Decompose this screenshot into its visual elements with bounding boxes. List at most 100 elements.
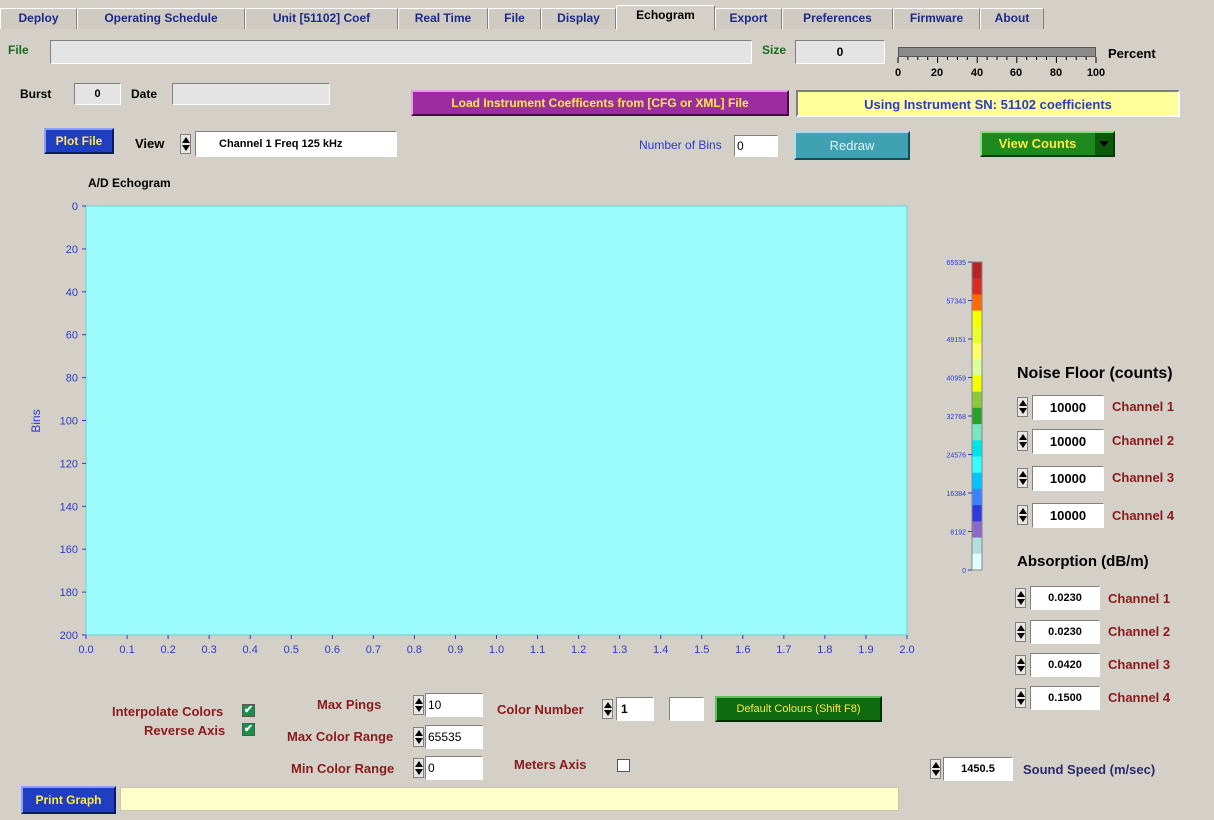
tab-echogram[interactable]: Echogram: [616, 5, 715, 30]
noise-ch4-label: Channel 4: [1112, 508, 1175, 523]
y-tick-label: 120: [60, 458, 78, 470]
view-field[interactable]: Channel 1 Freq 125 kHz: [195, 131, 397, 157]
noise-ch4-field[interactable]: 10000: [1032, 503, 1104, 528]
file-path-field[interactable]: [50, 40, 752, 64]
meters-axis-label: Meters Axis: [514, 757, 587, 772]
tab-export[interactable]: Export: [715, 8, 782, 29]
absorption-ch2-spinner[interactable]: [1015, 622, 1026, 642]
noise-ch2-spinner[interactable]: [1017, 431, 1028, 451]
max-pings-field[interactable]: 10: [425, 693, 483, 717]
tab-operating-schedule[interactable]: Operating Schedule: [77, 8, 245, 29]
tab-about[interactable]: About: [980, 8, 1044, 29]
absorption-ch3-label: Channel 3: [1108, 657, 1171, 672]
max-color-range-spinner[interactable]: [413, 727, 424, 747]
x-tick-label: 0.4: [243, 644, 258, 656]
noise-ch1-spinner[interactable]: [1017, 397, 1028, 417]
absorption-ch4-field[interactable]: 0.1500: [1030, 686, 1100, 710]
min-color-range-label: Min Color Range: [291, 761, 395, 776]
tab-real-time[interactable]: Real Time: [398, 8, 488, 29]
default-colours-button[interactable]: Default Colours (Shift F8): [715, 696, 882, 722]
view-counts-button[interactable]: View Counts: [980, 131, 1115, 157]
color-scale-label: 0: [962, 568, 966, 575]
tab-display[interactable]: Display: [541, 8, 616, 29]
chevron-down-icon[interactable]: [1095, 133, 1113, 155]
absorption-ch2-field[interactable]: 0.0230: [1030, 620, 1100, 644]
color-scale-label: 32768: [947, 414, 967, 421]
absorption-title: Absorption (dB/m): [1017, 553, 1149, 570]
noise-ch1-field[interactable]: 10000: [1032, 395, 1104, 420]
noise-ch2-field[interactable]: 10000: [1032, 429, 1104, 454]
x-tick-label: 1.5: [694, 644, 709, 656]
echogram-plot-area: [85, 205, 908, 636]
color-number-spinner[interactable]: [602, 699, 613, 719]
x-tick-label: 1.4: [653, 644, 668, 656]
color-scale-band: [972, 359, 982, 376]
y-tick-label: 60: [66, 330, 78, 342]
absorption-ch1-spinner[interactable]: [1015, 588, 1026, 608]
percent-tick: 0: [895, 67, 901, 78]
max-color-range-field[interactable]: 65535: [425, 725, 483, 749]
absorption-ch3-field[interactable]: 0.0420: [1030, 653, 1100, 677]
noise-floor-title: Noise Floor (counts): [1017, 365, 1173, 382]
interpolate-colors-checkbox[interactable]: ✔: [242, 704, 255, 717]
noise-ch4-spinner[interactable]: [1017, 505, 1028, 525]
sound-speed-field[interactable]: 1450.5: [943, 757, 1013, 781]
color-scale-band: [972, 278, 982, 295]
color-scale-label: 57343: [947, 299, 967, 306]
sound-speed-spinner[interactable]: [930, 759, 941, 779]
color-scale-band: [972, 407, 982, 425]
noise-ch3-spinner[interactable]: [1017, 468, 1028, 488]
x-tick-label: 1.2: [571, 644, 586, 656]
tab-bar: Deploy Operating Schedule Unit [51102] C…: [0, 0, 1214, 30]
color-scale-label: 16384: [947, 491, 967, 498]
y-tick-label: 180: [60, 587, 78, 599]
status-bar: [120, 787, 899, 811]
min-color-range-spinner[interactable]: [413, 758, 424, 778]
print-graph-button[interactable]: Print Graph: [21, 786, 116, 814]
x-tick-label: 0.2: [160, 644, 175, 656]
min-color-range-field[interactable]: 0: [425, 756, 483, 780]
load-coefficients-button[interactable]: Load Instrument Coefficents from [CFG or…: [411, 90, 789, 116]
x-tick-label: 1.1: [530, 644, 545, 656]
x-tick-label: 0.6: [325, 644, 340, 656]
date-label: Date: [131, 87, 158, 101]
tab-firmware[interactable]: Firmware: [893, 8, 980, 29]
absorption-ch3-spinner[interactable]: [1015, 655, 1026, 675]
noise-ch3-field[interactable]: 10000: [1032, 466, 1104, 491]
percent-tick: 60: [1010, 67, 1022, 78]
max-pings-spinner[interactable]: [413, 695, 424, 715]
view-spinner[interactable]: [180, 134, 191, 154]
percent-scale: 0 20 40 60 80 100: [895, 57, 1105, 78]
percent-tick: 20: [931, 67, 943, 78]
color-scale-band: [972, 521, 982, 539]
y-tick-label: 20: [66, 244, 78, 256]
tab-deploy[interactable]: Deploy: [0, 8, 77, 29]
noise-ch1-label: Channel 1: [1112, 399, 1175, 414]
interpolate-colors-label: Interpolate Colors: [112, 704, 224, 719]
absorption-ch1-field[interactable]: 0.0230: [1030, 586, 1100, 610]
color-scale-band: [972, 294, 982, 312]
color-swatch[interactable]: [669, 697, 704, 721]
tab-file[interactable]: File: [488, 8, 541, 29]
color-scale-band: [972, 375, 982, 393]
absorption-ch4-spinner[interactable]: [1015, 688, 1026, 708]
percent-tick: 100: [1087, 67, 1105, 78]
reverse-axis-checkbox[interactable]: ✔: [242, 723, 255, 736]
tab-unit-coef[interactable]: Unit [51102] Coef: [245, 8, 398, 29]
burst-label: Burst: [20, 87, 52, 101]
redraw-button[interactable]: Redraw: [794, 131, 910, 160]
x-tick-label: 0.8: [407, 644, 422, 656]
tab-preferences[interactable]: Preferences: [782, 8, 893, 29]
y-tick-label: 140: [60, 501, 78, 513]
file-label: File: [8, 43, 29, 57]
view-label: View: [135, 136, 165, 151]
meters-axis-checkbox[interactable]: [617, 759, 630, 772]
color-number-field[interactable]: 1: [616, 697, 654, 721]
percent-tick: 80: [1050, 67, 1062, 78]
y-tick-label: 160: [60, 544, 78, 556]
x-tick-label: 1.9: [858, 644, 873, 656]
plot-file-button[interactable]: Plot File: [44, 128, 114, 154]
color-scale-band: [972, 488, 982, 506]
view-counts-label: View Counts: [998, 136, 1077, 151]
number-of-bins-field[interactable]: 0: [734, 135, 778, 157]
